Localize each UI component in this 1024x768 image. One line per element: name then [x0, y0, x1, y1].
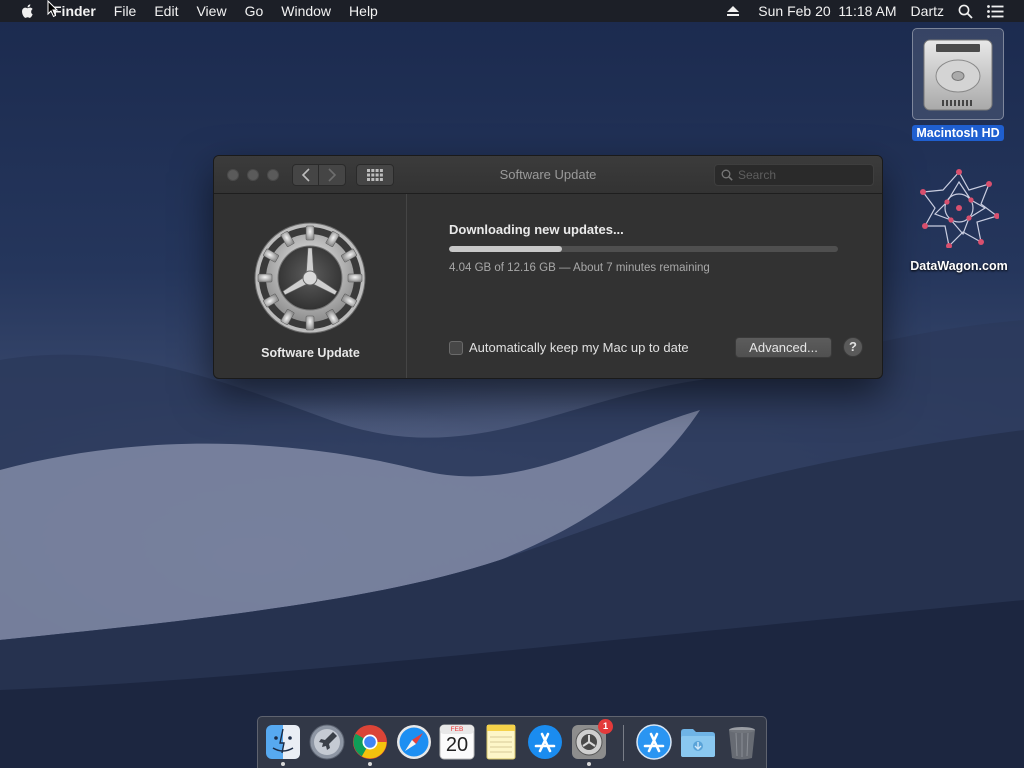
download-progress-fill	[449, 246, 562, 252]
update-status-pane: Downloading new updates... 4.04 GB of 12…	[408, 194, 882, 378]
hard-drive-icon	[923, 39, 993, 111]
desktop-icon-datawagon[interactable]: DataWagon.com	[900, 168, 1018, 273]
dock: FEB 20 1	[257, 716, 767, 768]
running-indicator	[281, 762, 285, 766]
menu-edit[interactable]: Edit	[145, 0, 187, 22]
menu-help[interactable]: Help	[340, 0, 387, 22]
desktop-icon-label: Macintosh HD	[912, 125, 1004, 141]
notification-badge: 1	[598, 719, 613, 734]
app-store-icon	[528, 725, 562, 759]
search-input[interactable]	[738, 168, 868, 182]
safari-icon	[397, 725, 431, 759]
dock-item-trash[interactable]	[723, 723, 761, 761]
menubar-clock[interactable]: Sun Feb 20 11:18 AM	[758, 3, 896, 19]
download-progress-detail: 4.04 GB of 12.16 GB — About 7 minutes re…	[449, 262, 710, 274]
mouse-cursor	[47, 0, 59, 18]
running-indicator	[368, 762, 372, 766]
apple-menu-icon[interactable]	[19, 3, 37, 19]
trash-icon	[729, 727, 755, 760]
notes-icon	[486, 724, 516, 760]
desktop-wallpaper	[0, 0, 1024, 768]
menu-file[interactable]: File	[105, 0, 146, 22]
desktop-icon-label: DataWagon.com	[910, 259, 1008, 273]
calendar-month: FEB	[450, 726, 464, 733]
dock-item-calendar[interactable]: FEB 20	[438, 723, 476, 761]
launchpad-icon	[309, 724, 345, 760]
folder-icon	[681, 729, 715, 757]
advanced-button[interactable]: Advanced...	[735, 337, 832, 358]
datawagon-logo-icon	[920, 169, 1000, 249]
chrome-icon	[353, 725, 387, 759]
menu-bar: Finder File Edit View Go Window Help Sun…	[0, 0, 1024, 22]
help-button[interactable]: ?	[843, 337, 863, 357]
dock-item-downloads[interactable]	[679, 723, 717, 761]
eject-icon[interactable]	[726, 5, 740, 17]
menu-window[interactable]: Window	[272, 0, 340, 22]
window-titlebar[interactable]: Software Update	[214, 156, 882, 194]
menu-app-finder[interactable]: Finder	[51, 0, 105, 22]
desktop-icon-macintosh-hd[interactable]: Macintosh HD	[910, 28, 1006, 141]
running-indicator	[587, 762, 591, 766]
search-icon	[721, 169, 733, 181]
dock-separator	[623, 725, 624, 761]
dock-item-applications[interactable]	[635, 723, 673, 761]
app-store-icon	[636, 724, 672, 760]
dock-item-finder[interactable]	[264, 723, 302, 766]
notification-center-icon[interactable]	[987, 4, 1004, 18]
preference-pane-identity: Software Update	[214, 194, 407, 378]
menubar-user[interactable]: Dartz	[911, 3, 944, 19]
dock-item-chrome[interactable]	[351, 723, 389, 766]
auto-update-checkbox[interactable]	[449, 340, 463, 355]
dock-item-launchpad[interactable]	[308, 723, 346, 761]
download-progress-bar	[449, 246, 838, 252]
dune-landscape	[0, 320, 1024, 768]
software-update-window: Software Update Search Software Update D…	[213, 155, 883, 379]
calendar-day: 20	[445, 734, 469, 756]
search-field[interactable]	[714, 164, 874, 186]
auto-update-label[interactable]: Automatically keep my Mac up to date	[469, 340, 689, 355]
auto-update-option[interactable]: Automatically keep my Mac up to date	[449, 340, 689, 355]
gear-icon	[254, 222, 366, 334]
dock-item-notes[interactable]	[482, 723, 520, 761]
finder-icon	[266, 725, 300, 759]
spotlight-search-icon[interactable]	[958, 4, 973, 19]
dock-item-safari[interactable]	[395, 723, 433, 761]
menu-view[interactable]: View	[187, 0, 235, 22]
dock-item-app-store[interactable]	[526, 723, 564, 761]
pane-name-label: Software Update	[261, 346, 360, 360]
dock-item-system-preferences[interactable]: 1	[570, 719, 613, 766]
update-status-title: Downloading new updates...	[449, 222, 624, 237]
menu-go[interactable]: Go	[236, 0, 273, 22]
